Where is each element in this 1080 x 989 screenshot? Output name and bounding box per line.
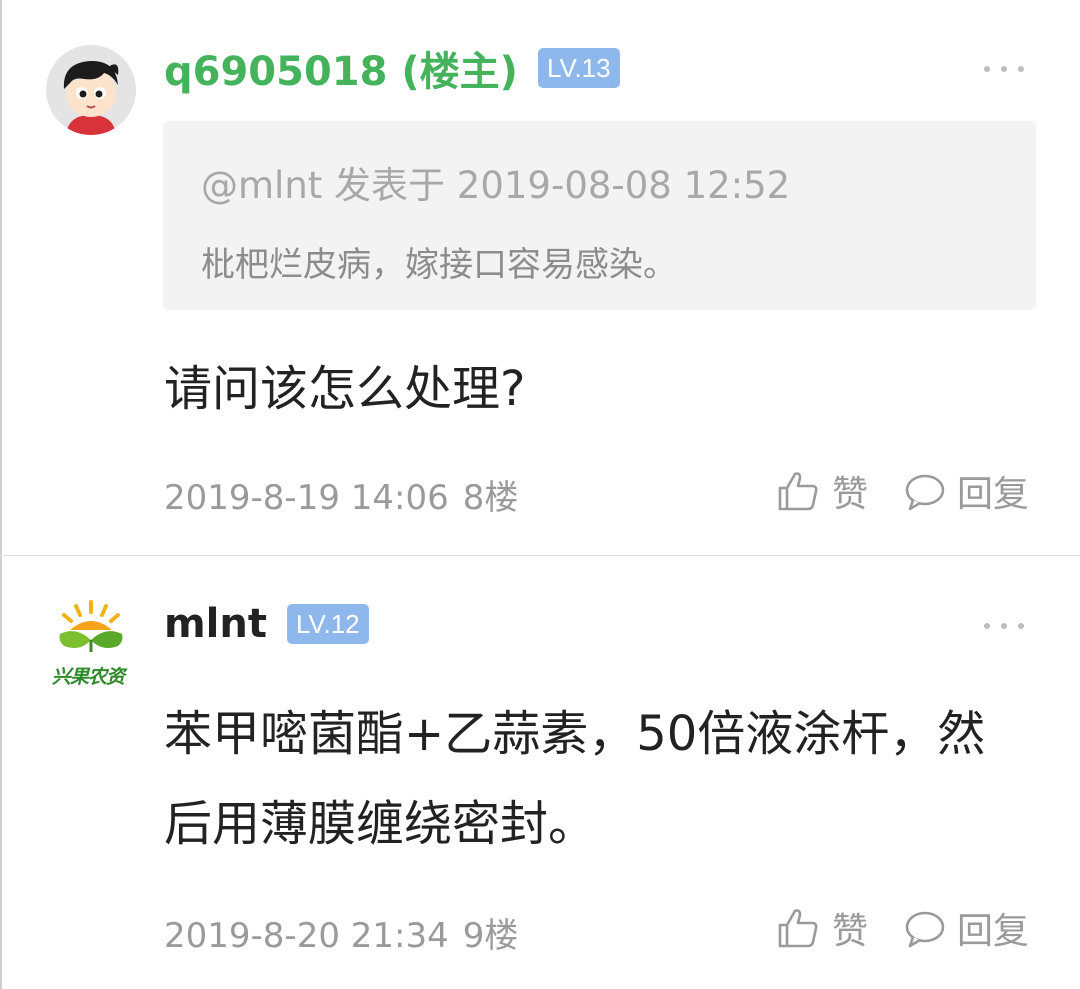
like-button[interactable]: 赞 <box>776 465 868 517</box>
speech-bubble-icon <box>905 911 945 948</box>
post-header: mlnt LV.12 <box>164 596 369 652</box>
quote-meta: @mlnt 发表于 2019-08-08 12:52 <box>201 164 791 207</box>
speech-bubble-icon <box>905 474 945 511</box>
post-content: 苯甲嘧菌酯+乙蒜素，50倍液涂杆，然后用薄膜缠绕密封。 <box>164 706 986 852</box>
reply-label: 回复 <box>957 474 1030 515</box>
reply-label: 回复 <box>957 911 1030 952</box>
like-label: 赞 <box>832 474 869 515</box>
reply-post: 兴果农资 mlnt LV.12 苯甲嘧菌酯+乙蒜素，50倍液涂杆，然后用薄膜缠绕… <box>0 556 1080 989</box>
reply-button[interactable]: 回复 <box>903 465 1029 517</box>
avatar[interactable] <box>46 45 136 135</box>
username[interactable]: q6905018 (楼主) <box>164 39 518 97</box>
floor-number: 8楼 <box>462 478 519 518</box>
like-label: 赞 <box>832 911 869 952</box>
avatar-logo-caption: 兴果农资 <box>52 666 125 688</box>
quote-text: 枇杷烂皮病，嫁接口容易感染。 <box>201 245 677 285</box>
timestamp-text: 2019-8-19 14:06 <box>164 478 449 518</box>
reply-button[interactable]: 回复 <box>903 902 1029 954</box>
thumbs-up-icon <box>778 472 818 511</box>
level-badge: LV.12 <box>287 604 369 644</box>
level-badge: LV.13 <box>537 48 620 88</box>
timestamp-text: 2019-8-20 21:34 <box>164 916 449 956</box>
more-options-icon[interactable] <box>984 61 1024 77</box>
thumbs-up-icon <box>778 909 818 948</box>
post-timestamp: 2019-8-19 14:06 8楼 <box>164 470 518 519</box>
like-button[interactable]: 赞 <box>776 902 868 954</box>
more-options-icon[interactable] <box>984 618 1024 634</box>
post-timestamp: 2019-8-20 21:34 9楼 <box>164 908 518 957</box>
floor-number: 9楼 <box>462 916 519 956</box>
post-header: q6905018 (楼主) LV.13 <box>164 40 620 96</box>
quoted-reply: @mlnt 发表于 2019-08-08 12:52 枇杷烂皮病，嫁接口容易感染… <box>163 121 1036 310</box>
post-content: 请问该怎么处理? <box>164 361 526 417</box>
reply-post: q6905018 (楼主) LV.13 @mlnt 发表于 2019-08-08… <box>0 0 1080 555</box>
cartoon-boy-avatar-icon <box>46 45 136 135</box>
username[interactable]: mlnt <box>164 601 267 647</box>
